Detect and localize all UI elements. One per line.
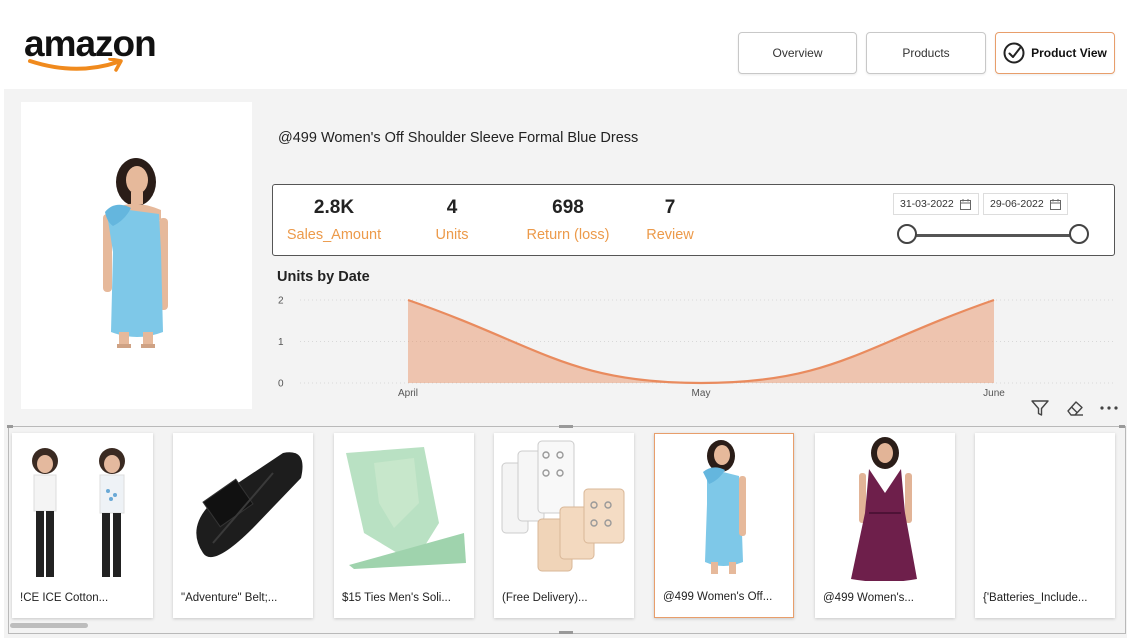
- gallery-card[interactable]: !CE ICE Cotton...: [12, 433, 153, 618]
- kpi-review-label: Review: [646, 227, 694, 243]
- eraser-icon[interactable]: [1061, 396, 1089, 420]
- x-tick-label: April: [398, 388, 418, 399]
- resize-handle[interactable]: [559, 631, 573, 634]
- overview-button[interactable]: Overview: [738, 32, 857, 74]
- product-gallery[interactable]: !CE ICE Cotton... "Adventure" Belt;... $…: [7, 425, 1126, 634]
- gallery-card-caption: $15 Ties Men's Soli...: [342, 592, 451, 604]
- gallery-card[interactable]: @499 Women's...: [815, 433, 955, 618]
- product-view-button-label: Product View: [1031, 46, 1107, 60]
- product-thumbnail: [501, 440, 625, 572]
- more-options-icon[interactable]: [1095, 396, 1123, 420]
- kpi-panel: 2.8K Sales_Amount 4 Units 698 Return (lo…: [272, 184, 1115, 256]
- product-title: @499 Women's Off Shoulder Sleeve Formal …: [278, 130, 639, 146]
- date-slider-end-handle[interactable]: [1069, 224, 1089, 244]
- gallery-card-caption: !CE ICE Cotton...: [20, 592, 109, 604]
- products-button-label: Products: [902, 46, 950, 60]
- product-thumbnail: [32, 448, 125, 577]
- y-tick-label: 1: [278, 337, 284, 348]
- start-date-value: 31-03-2022: [900, 198, 954, 210]
- gallery-card[interactable]: {'Batteries_Include...: [975, 433, 1115, 618]
- x-tick-label: June: [983, 388, 1005, 399]
- calendar-icon[interactable]: [1049, 198, 1061, 210]
- gallery-card-caption: @499 Women's...: [823, 592, 915, 604]
- date-slider-start-handle[interactable]: [897, 224, 917, 244]
- kpi-review: 7 Review: [641, 197, 699, 243]
- gallery-card-selected[interactable]: @499 Women's Off...: [654, 433, 794, 618]
- date-slider-track[interactable]: [908, 234, 1080, 237]
- end-date-input[interactable]: 29-06-2022: [983, 193, 1068, 215]
- product-image-card: [21, 102, 252, 409]
- gallery-scrollbar[interactable]: [10, 623, 88, 628]
- overview-button-label: Overview: [772, 46, 823, 60]
- gallery-card-caption: "Adventure" Belt;...: [181, 592, 278, 604]
- kpi-sales: 2.8K Sales_Amount: [283, 197, 385, 243]
- calendar-icon[interactable]: [959, 198, 971, 210]
- kpi-sales-label: Sales_Amount: [286, 227, 382, 243]
- gallery-card-caption: (Free Delivery)...: [502, 592, 588, 604]
- product-thumbnail: [851, 437, 917, 581]
- gallery-card-caption: @499 Women's Off...: [663, 591, 773, 603]
- start-date-input[interactable]: 31-03-2022: [893, 193, 979, 215]
- product-thumbnail: [703, 440, 746, 574]
- kpi-return-label: Return (loss): [526, 227, 610, 243]
- resize-handle[interactable]: [7, 425, 13, 428]
- kpi-sales-value: 2.8K: [313, 197, 355, 218]
- products-button[interactable]: Products: [866, 32, 986, 74]
- product-thumbnail: [196, 452, 303, 558]
- header-bar: amazon Overview Products Product View: [4, 6, 1127, 89]
- end-date-value: 29-06-2022: [990, 198, 1044, 210]
- y-tick-label: 0: [278, 379, 284, 390]
- gallery-card[interactable]: (Free Delivery)...: [494, 433, 634, 618]
- gallery-card[interactable]: "Adventure" Belt;...: [173, 433, 313, 618]
- kpi-units: 4 Units: [423, 197, 481, 243]
- resize-handle[interactable]: [559, 425, 573, 428]
- product-image: [103, 158, 168, 348]
- units-by-date-chart[interactable]: 0 1 2 April May June: [272, 290, 1118, 402]
- resize-handle[interactable]: [1119, 425, 1125, 428]
- amazon-logo: amazon: [24, 24, 184, 80]
- chart-title: Units by Date: [277, 269, 370, 285]
- gallery-card[interactable]: $15 Ties Men's Soli...: [334, 433, 474, 618]
- smile-arrow-icon: [28, 58, 123, 72]
- y-tick-label: 2: [278, 296, 284, 307]
- filter-icon[interactable]: [1026, 396, 1054, 420]
- product-view-button[interactable]: Product View: [995, 32, 1115, 74]
- kpi-units-label: Units: [435, 227, 469, 243]
- check-circle-icon: [1003, 42, 1025, 64]
- kpi-return: 698 Return (loss): [521, 197, 615, 243]
- kpi-review-value: 7: [664, 197, 676, 218]
- kpi-return-value: 698: [552, 197, 584, 218]
- gallery-card-caption: {'Batteries_Include...: [983, 592, 1088, 604]
- x-tick-label: May: [692, 388, 711, 399]
- kpi-units-value: 4: [446, 197, 458, 218]
- product-thumbnail: [346, 447, 466, 569]
